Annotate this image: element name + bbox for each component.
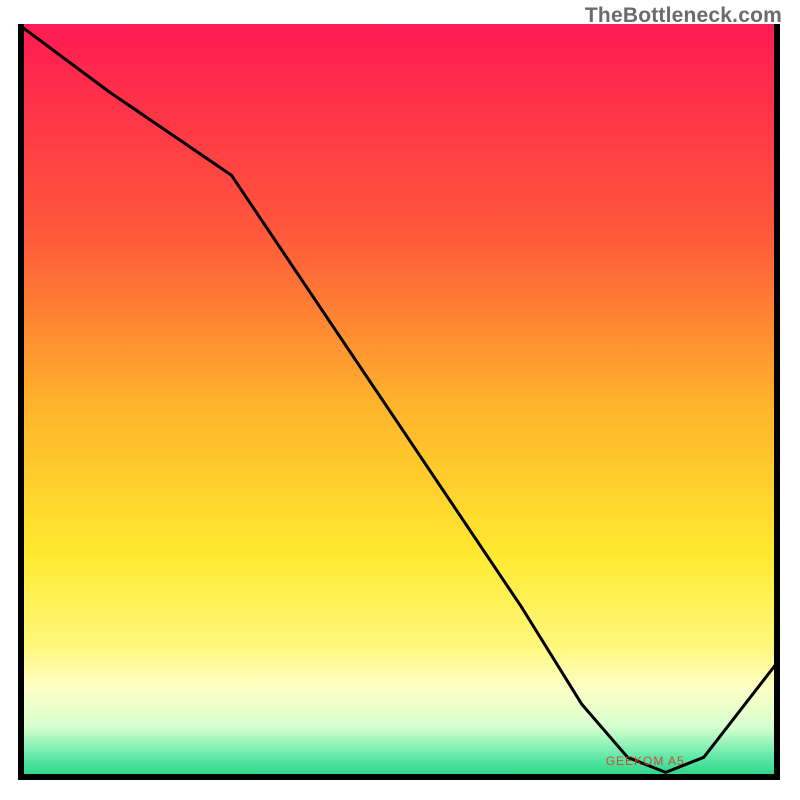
axis-border-right [774,24,780,780]
optimal-label: GEEKOM A5 [606,754,685,768]
axis-border-left [18,24,24,780]
watermark-text: TheBottleneck.com [585,4,782,28]
axis-border-bottom [18,774,780,780]
plot-area: GEEKOM A5 [18,24,780,780]
bottleneck-curve [18,24,780,772]
line-chart [18,24,780,780]
chart-root: TheBottleneck.com GEEKOM A5 [0,0,800,800]
